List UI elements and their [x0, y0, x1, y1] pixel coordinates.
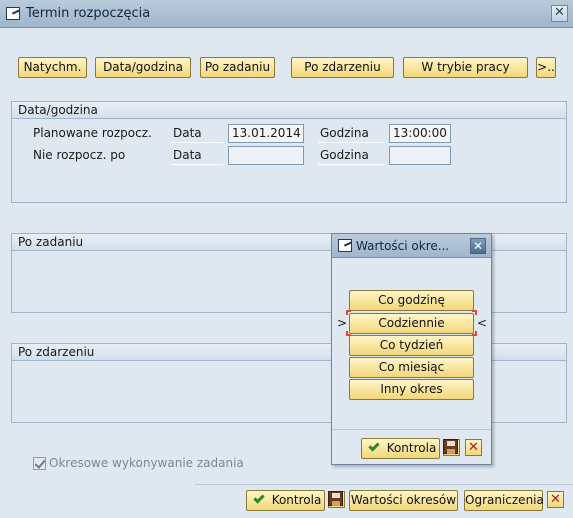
selection-corner	[472, 310, 477, 315]
no-start-after-label: Nie rozpocz. po	[33, 148, 126, 162]
after-event-button[interactable]: Po zdarzeniu	[291, 57, 394, 78]
selection-corner	[346, 310, 351, 315]
window-titlebar: Termin rozpoczęcia ✕	[0, 0, 573, 28]
check-button-label: Kontrola	[271, 493, 322, 507]
planned-time-field[interactable]: 13:00:00	[389, 124, 451, 143]
planned-date-label: Data	[173, 126, 202, 140]
window-icon	[6, 7, 20, 20]
popup-check-label: Kontrola	[386, 441, 437, 455]
restrictions-button[interactable]: Ograniczenia	[464, 490, 544, 511]
option-weekly-button[interactable]: Co tydzień	[349, 335, 474, 356]
period-values-popup: Wartości okre... ✕ Co godzinę Codziennie…	[331, 233, 492, 465]
immediate-button[interactable]: Natychm.	[18, 57, 87, 78]
popup-title: Wartości okre...	[356, 239, 450, 253]
option-daily-button[interactable]: Codziennie	[349, 313, 474, 334]
divider	[332, 429, 491, 430]
planned-date-field[interactable]: 13.01.2014	[228, 124, 304, 143]
no-start-time-label: Godzina	[320, 148, 369, 162]
selection-marker-left: >	[337, 316, 348, 330]
popup-window-icon	[338, 239, 352, 252]
save-icon	[328, 491, 343, 506]
after-job-button[interactable]: Po zadaniu	[200, 57, 275, 78]
window-title: Termin rozpoczęcia	[26, 6, 151, 21]
option-monthly-button[interactable]: Co miesiąc	[349, 357, 474, 378]
period-values-button[interactable]: Wartości okresów	[349, 490, 458, 511]
divider	[195, 484, 573, 485]
divider	[318, 142, 384, 143]
option-hourly-button[interactable]: Co godzinę	[349, 290, 474, 311]
divider	[171, 142, 223, 143]
no-start-date-field[interactable]	[228, 146, 304, 165]
selection-marker-right: <	[477, 316, 488, 330]
operation-mode-button[interactable]: W trybie pracy	[403, 57, 528, 78]
no-start-time-field[interactable]	[389, 146, 451, 165]
date-time-button[interactable]: Data/godzina	[95, 57, 191, 78]
divider	[318, 164, 384, 165]
checkbox-checked-icon[interactable]	[33, 457, 46, 470]
popup-close-icon[interactable]: ✕	[470, 238, 486, 254]
planned-time-label: Godzina	[320, 126, 369, 140]
no-start-date-label: Data	[173, 148, 202, 162]
planned-start-label: Planowane rozpocz.	[33, 126, 152, 140]
periodic-checkbox-label: Okresowe wykonywanie zadania	[49, 456, 244, 470]
save-button[interactable]	[328, 491, 345, 508]
datetime-group-header: Data/godzina	[12, 102, 566, 119]
popup-save-button[interactable]	[443, 439, 460, 456]
popup-cancel-icon[interactable]: ✕	[465, 439, 482, 456]
checkmark-icon	[368, 440, 380, 452]
check-button[interactable]: Kontrola	[246, 490, 325, 511]
popup-titlebar: Wartości okre... ✕	[332, 234, 491, 258]
save-icon	[443, 439, 458, 454]
option-other-period-button[interactable]: Inny okres	[349, 379, 474, 400]
divider	[171, 164, 223, 165]
popup-check-button[interactable]: Kontrola	[361, 438, 440, 459]
checkmark-icon	[253, 492, 265, 504]
close-icon[interactable]: ✕	[551, 5, 568, 22]
more-button[interactable]: >..	[536, 57, 556, 78]
cancel-icon[interactable]: ✕	[547, 491, 564, 508]
